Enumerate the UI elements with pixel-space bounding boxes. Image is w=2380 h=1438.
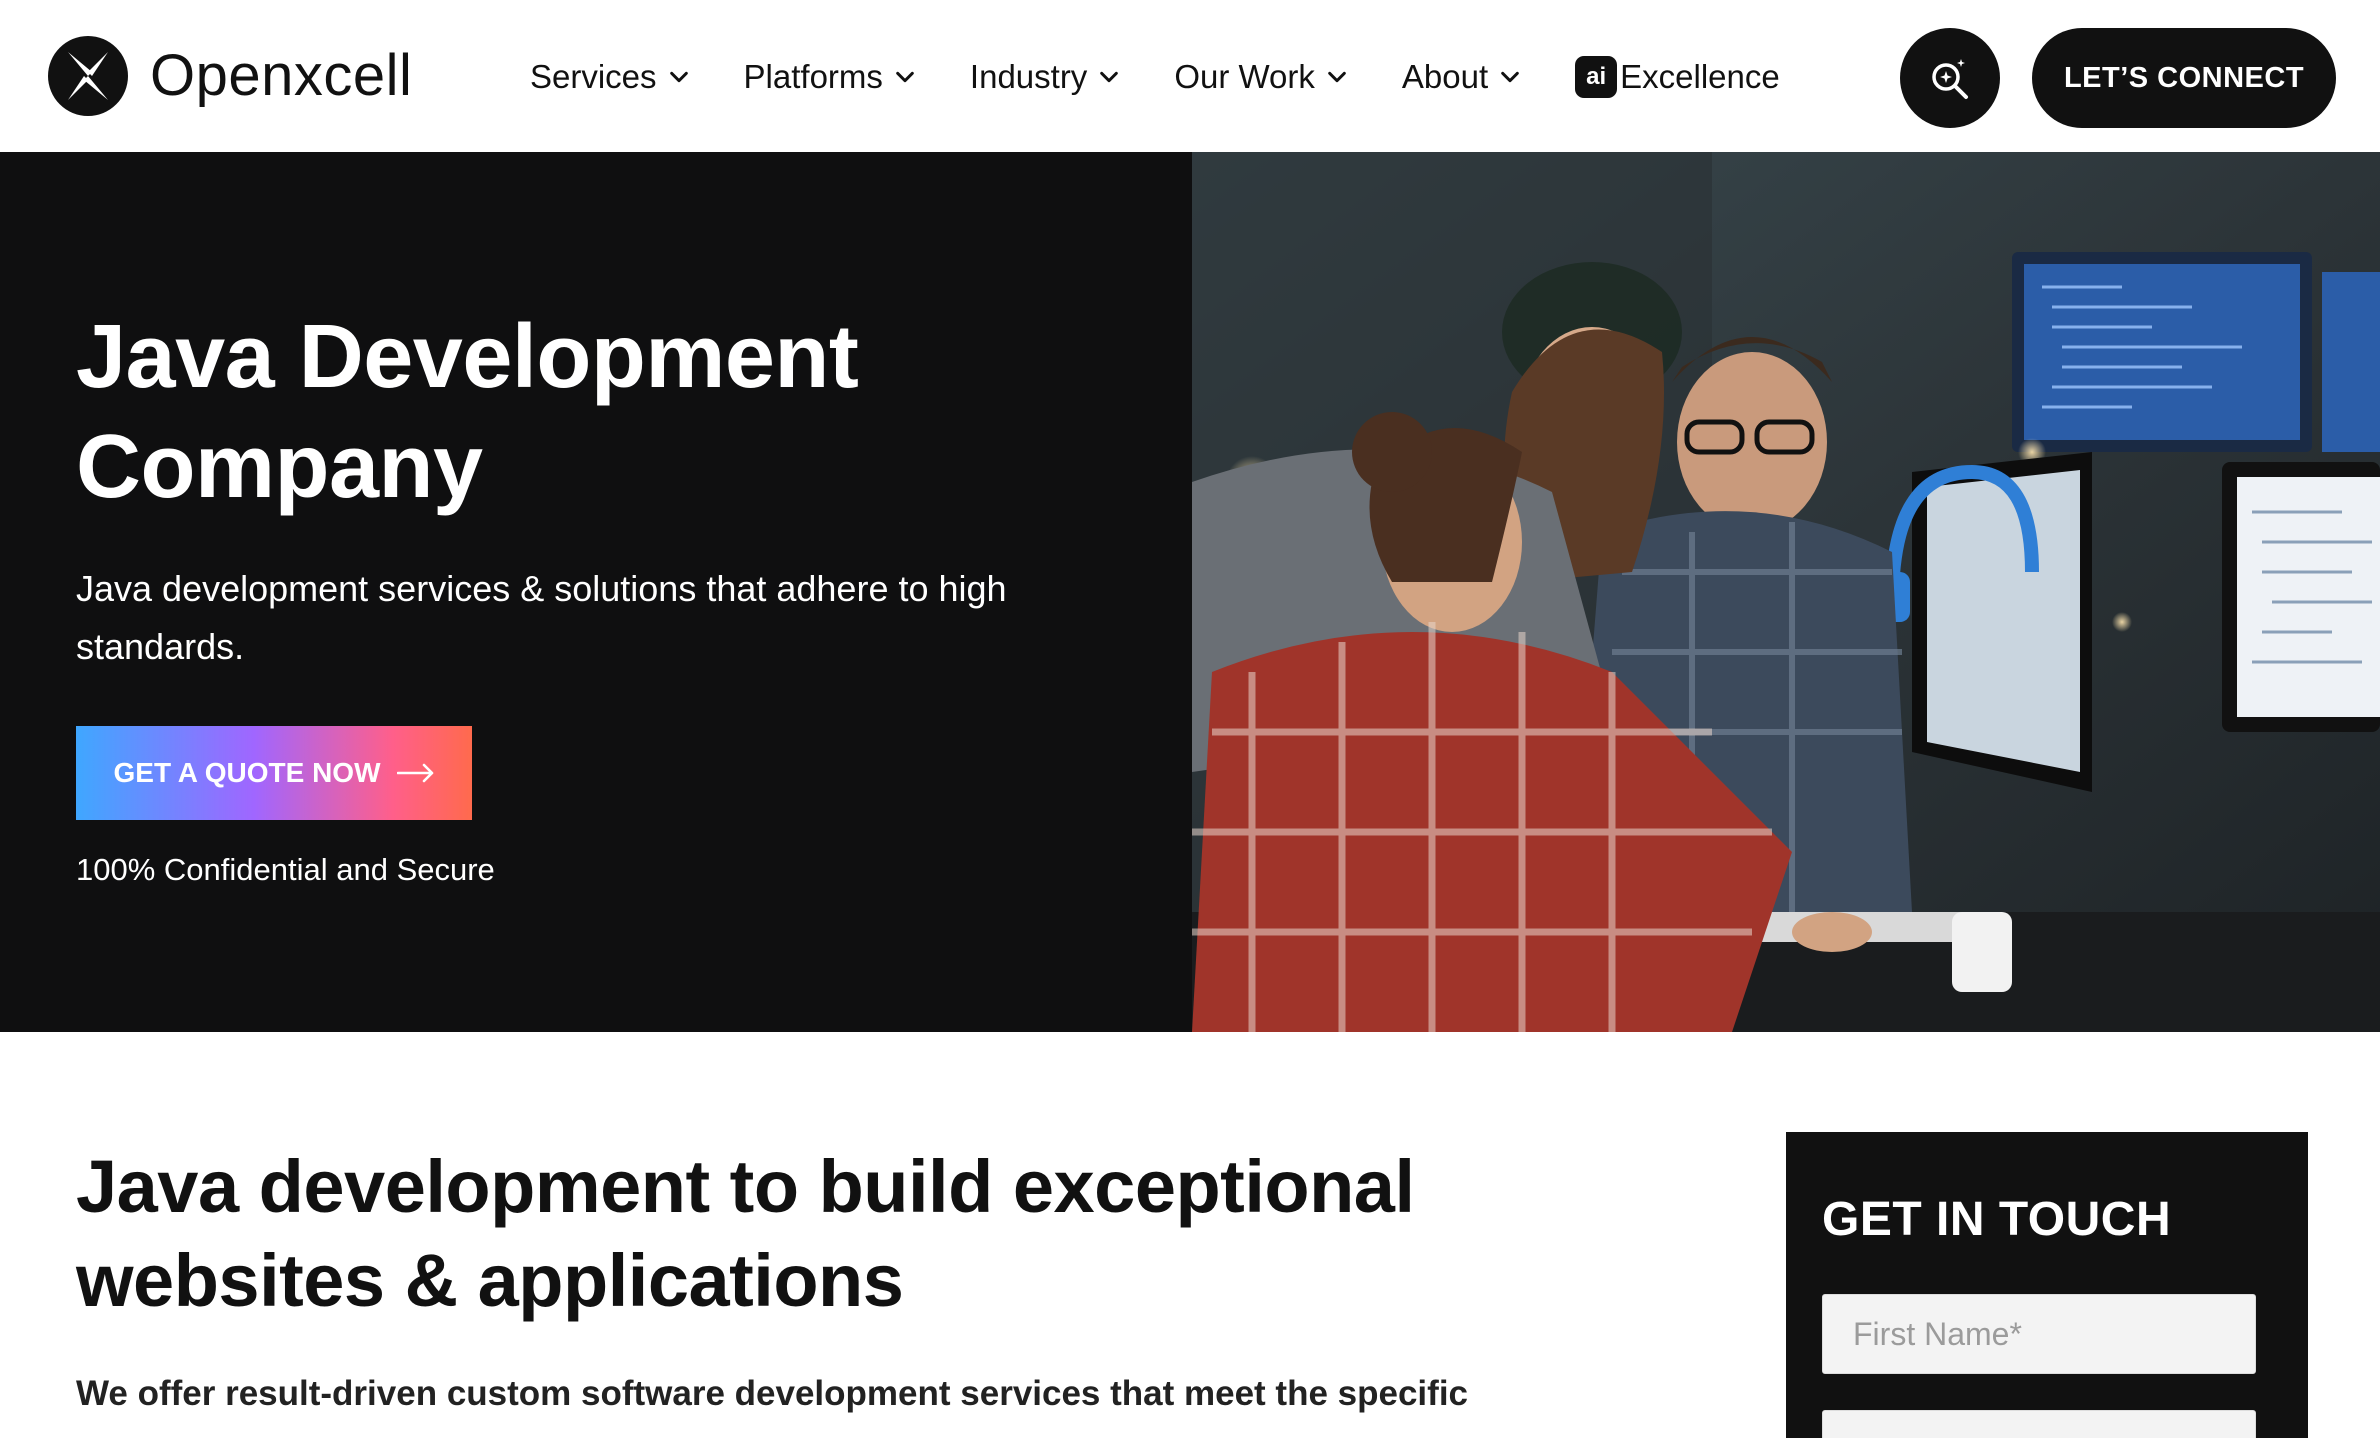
chevron-down-icon [1100, 71, 1119, 83]
nav-label: Industry [969, 58, 1088, 95]
section-title: Java development to build exceptional we… [76, 1145, 1415, 1322]
team-at-computer-photo [1192, 152, 2380, 1032]
get-quote-label: GET A QUOTE NOW [113, 757, 381, 788]
nav-industry[interactable]: Industry [970, 58, 1120, 96]
nav-label: Services [530, 58, 657, 95]
arrow-right-icon [396, 763, 433, 783]
nav-services[interactable]: Services [530, 58, 690, 96]
section-lead: We offer result-driven custom software d… [76, 1374, 1469, 1413]
logo-text: Openxcell [150, 43, 413, 108]
chevron-down-icon [1328, 71, 1346, 83]
hero-subtitle: Java development services & solutions th… [76, 568, 1007, 667]
hero-photo [1192, 152, 2380, 1032]
nav-platforms[interactable]: Platforms [744, 58, 916, 96]
lets-connect-button[interactable]: LET’S CONNECT [2032, 28, 2336, 128]
openxcell-logo-icon [48, 36, 128, 116]
contact-form-panel: GET IN TOUCH [1786, 1132, 2308, 1438]
next-field[interactable] [1822, 1410, 2256, 1438]
nav-our-work[interactable]: Our Work [1174, 58, 1348, 96]
chevron-down-icon [669, 71, 688, 83]
chevron-down-icon [896, 71, 914, 83]
openxcell-logo[interactable]: Openxcell [48, 36, 412, 116]
hero-title: Java Development Company [76, 307, 859, 517]
nav-label: About [1401, 58, 1489, 95]
confidential-note: 100% Confidential and Secure [76, 852, 495, 887]
first-name-field[interactable] [1822, 1294, 2256, 1374]
nav-ai-excellence[interactable]: ai Excellence [1575, 56, 1780, 98]
get-quote-button[interactable]: GET A QUOTE NOW [76, 726, 472, 820]
hero-panel: Java Development Company Java developmen… [0, 152, 1192, 1032]
nav-label: Our Work [1174, 58, 1315, 95]
site-header: Openxcell Services Platforms Industry Ou… [0, 0, 2380, 152]
ai-search-button[interactable] [1900, 28, 2000, 128]
main-nav: Services Platforms Industry Our Work Abo… [530, 50, 1780, 104]
nav-label: Excellence [1620, 58, 1780, 95]
ai-badge-icon: ai [1575, 56, 1618, 98]
chevron-down-icon [1501, 71, 1519, 83]
nav-label: Platforms [743, 58, 883, 95]
nav-about[interactable]: About [1402, 58, 1521, 96]
contact-title: GET IN TOUCH [1822, 1193, 2172, 1246]
ai-search-icon [1932, 59, 1968, 99]
